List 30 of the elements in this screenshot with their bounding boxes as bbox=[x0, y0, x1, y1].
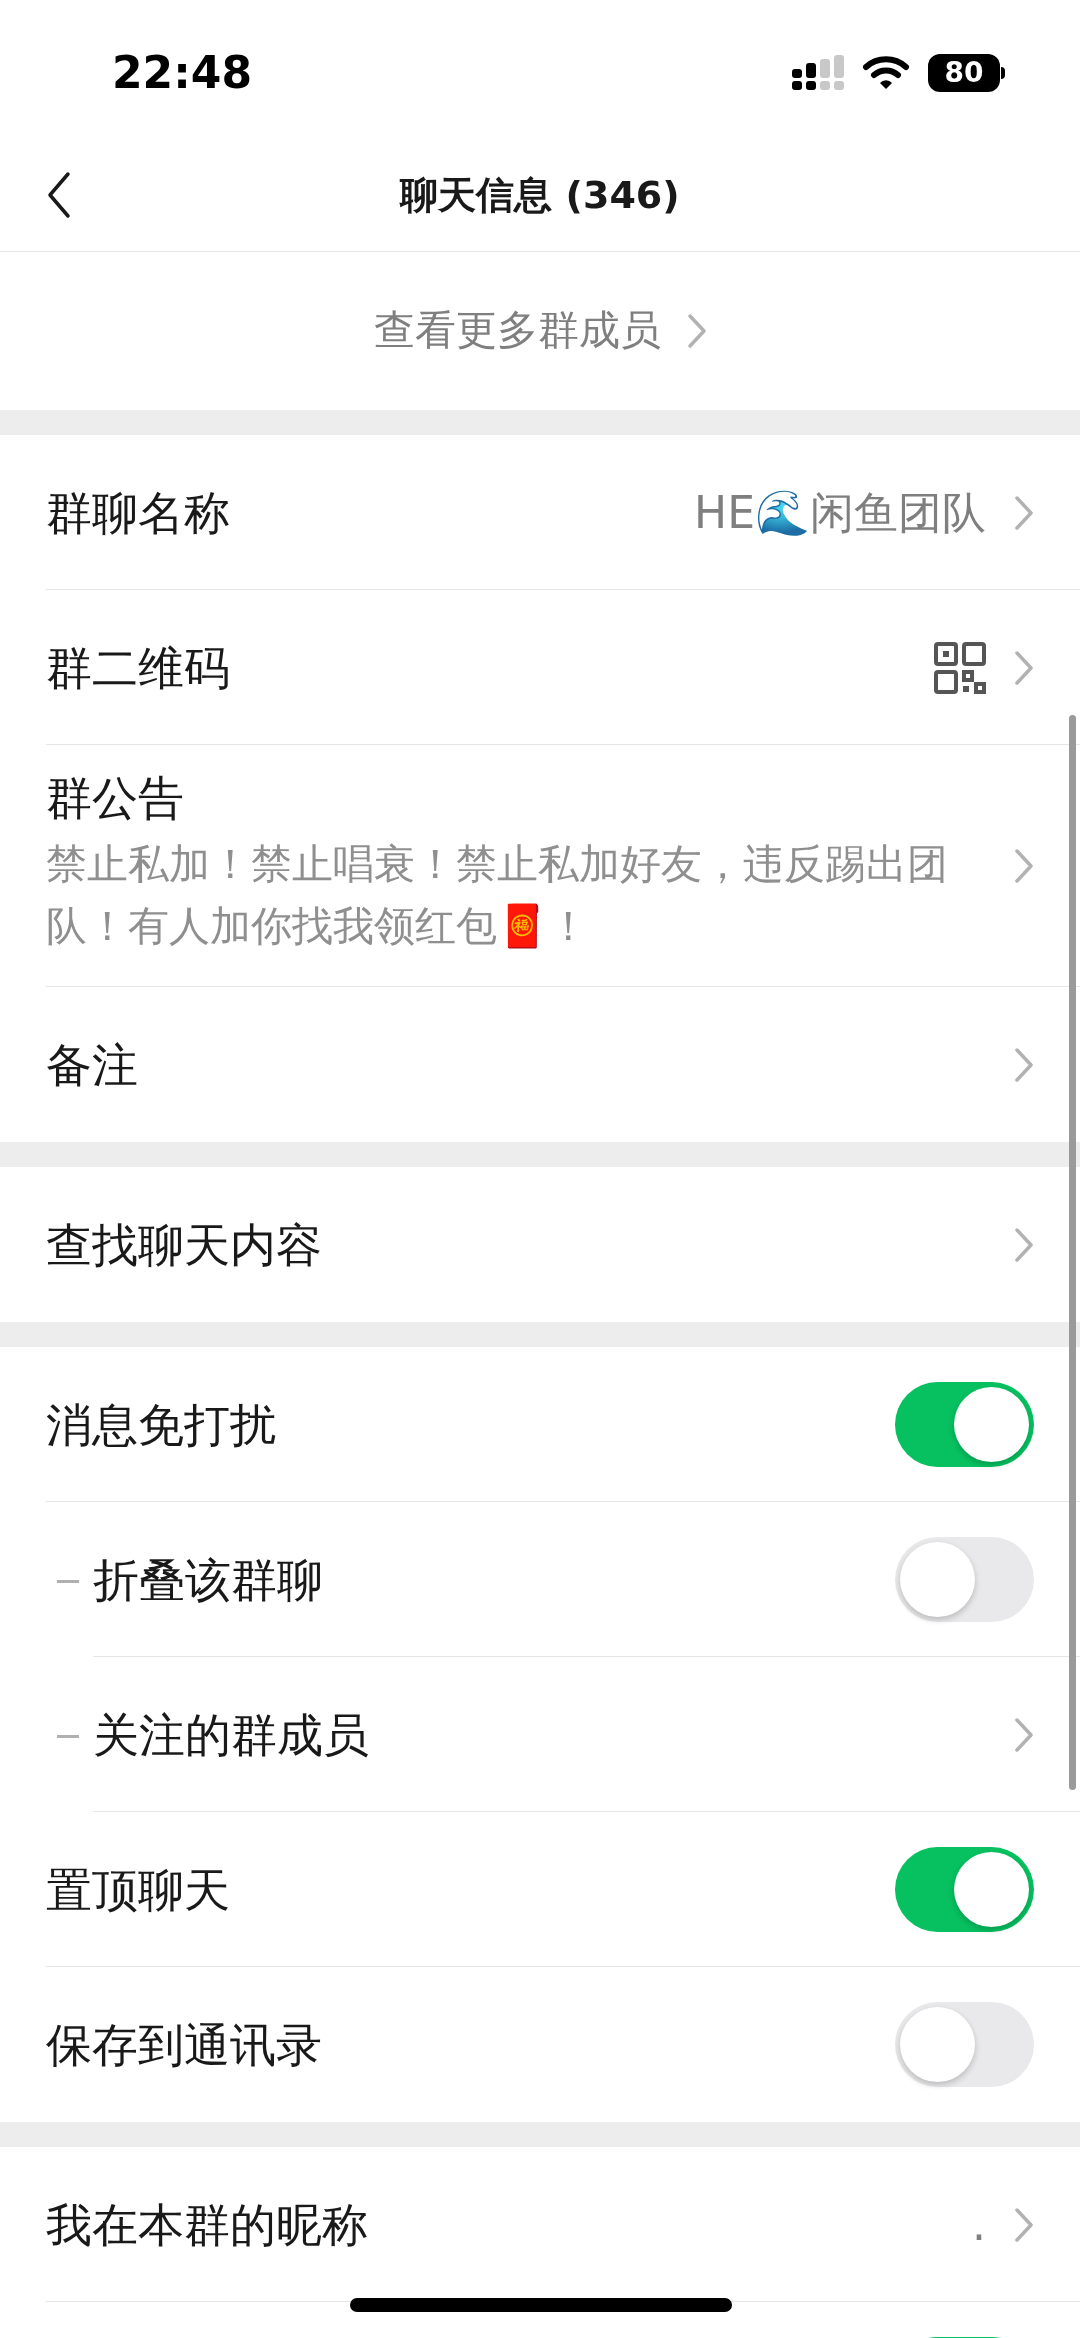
dash-icon bbox=[57, 1579, 79, 1583]
chevron-right-icon bbox=[1014, 2206, 1034, 2243]
row-label: 我在本群的昵称 bbox=[46, 2201, 368, 2248]
wifi-icon bbox=[862, 55, 910, 91]
row-label: 保存到通讯录 bbox=[46, 2021, 322, 2068]
dash-icon bbox=[57, 1734, 79, 1738]
more-members-link[interactable]: 查看更多群成员 bbox=[0, 252, 1080, 410]
signal-icon bbox=[792, 55, 844, 91]
row-label: 群二维码 bbox=[46, 644, 230, 691]
row-label: 查找聊天内容 bbox=[46, 1221, 322, 1268]
qr-code-icon bbox=[934, 641, 986, 694]
chevron-right-icon bbox=[1014, 1226, 1034, 1263]
row-label: 折叠该群聊 bbox=[93, 1556, 323, 1603]
page-title: 聊天信息 (346) bbox=[400, 172, 680, 219]
row-label: 备注 bbox=[46, 1041, 138, 1088]
row-value: HE🌊闲鱼团队 bbox=[694, 485, 986, 540]
chevron-right-icon bbox=[1014, 494, 1034, 531]
row-label: 消息免打扰 bbox=[46, 1401, 276, 1448]
row-label: 群聊名称 bbox=[46, 489, 230, 536]
row-label: 群公告 bbox=[46, 775, 185, 821]
chevron-right-icon bbox=[1014, 1716, 1034, 1753]
chevron-right-icon bbox=[1014, 848, 1034, 884]
row-value: . bbox=[972, 2197, 986, 2252]
status-time: 22:48 bbox=[112, 46, 253, 100]
row-label: 关注的群成员 bbox=[93, 1711, 369, 1758]
chevron-right-icon bbox=[686, 313, 707, 349]
chevron-right-icon bbox=[1014, 649, 1034, 686]
announcement-text: 禁止私加！禁止唱衰！禁止私加好友，违反踢出团队！有人加你找我领红包🧧！ bbox=[46, 839, 949, 952]
row-label: 置顶聊天 bbox=[46, 1866, 230, 1913]
chevron-right-icon bbox=[1014, 1046, 1034, 1083]
